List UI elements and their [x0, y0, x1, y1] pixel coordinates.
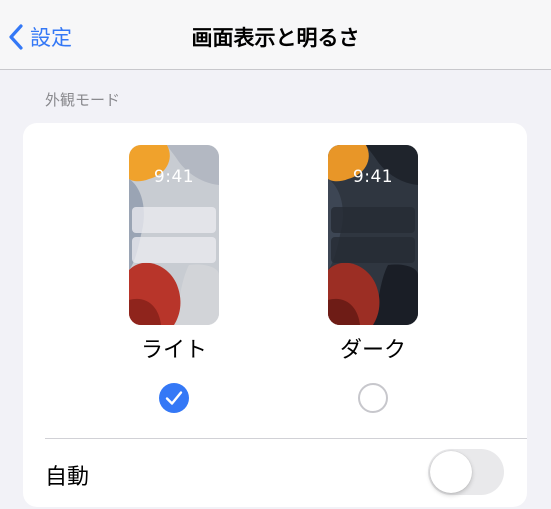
dark-preview-notification — [331, 207, 415, 233]
dark-mode-radio[interactable] — [358, 383, 388, 413]
appearance-section-header: 外観モード — [45, 91, 121, 109]
dark-preview-time: 9:41 — [352, 167, 394, 187]
light-mode-radio[interactable] — [159, 383, 189, 413]
light-mode-option[interactable]: 9:41 ライト — [129, 145, 219, 413]
divider — [45, 438, 527, 439]
light-mode-preview[interactable]: 9:41 — [129, 145, 219, 325]
toggle-knob — [430, 451, 472, 493]
light-mode-label: ライト — [140, 338, 207, 363]
automatic-toggle[interactable] — [428, 449, 504, 495]
automatic-label: 自動 — [45, 465, 90, 490]
dark-mode-label: ダーク — [339, 338, 406, 363]
page-title: 画面表示と明るさ — [191, 26, 360, 50]
navigation-bar: 設定 画面表示と明るさ — [0, 0, 551, 70]
dark-preview-notification — [331, 237, 415, 263]
dark-mode-option[interactable]: 9:41 ダーク — [328, 145, 418, 413]
dark-mode-preview[interactable]: 9:41 — [328, 145, 418, 325]
appearance-card: 9:41 ライト 9:41 ダーク 自動 — [23, 123, 527, 507]
light-preview-notification — [132, 207, 216, 233]
light-preview-notification — [132, 237, 216, 263]
light-preview-time: 9:41 — [153, 167, 195, 187]
checkmark-icon — [165, 391, 183, 405]
